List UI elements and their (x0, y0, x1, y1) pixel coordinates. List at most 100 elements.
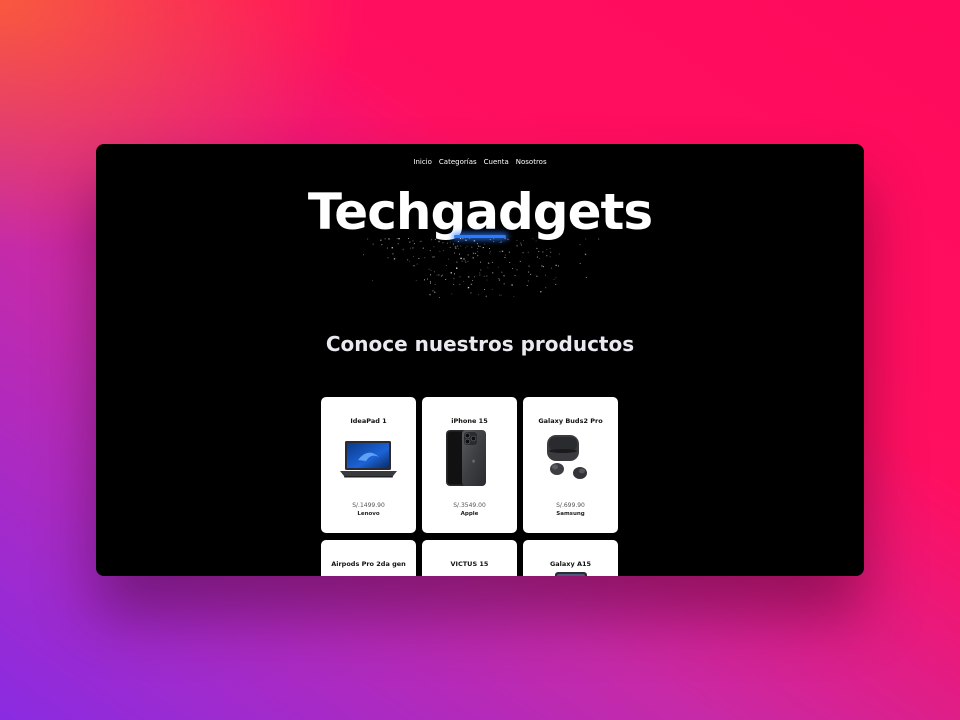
product-name: iPhone 15 (451, 417, 488, 425)
particle (388, 238, 390, 240)
particle (424, 257, 426, 259)
product-card-victus-15[interactable]: VICTUS 15 (422, 540, 517, 576)
particle (520, 242, 522, 244)
particle (466, 245, 468, 247)
particle (536, 275, 538, 277)
particle (443, 250, 444, 252)
particle (486, 279, 488, 281)
particle (413, 265, 415, 267)
particle (442, 242, 444, 244)
particle (451, 293, 453, 295)
nav-item-nosotros[interactable]: Nosotros (516, 158, 547, 166)
particle (409, 260, 410, 262)
particle (522, 252, 524, 254)
particle (463, 281, 465, 282)
particle (579, 244, 581, 246)
particle (434, 239, 436, 240)
particle (536, 256, 538, 258)
particle (456, 267, 458, 269)
particle (402, 248, 404, 251)
particle (433, 256, 435, 258)
particle (505, 238, 507, 240)
particle (393, 258, 396, 260)
particle (467, 254, 469, 256)
particle (472, 257, 474, 259)
product-card-ideapad-1[interactable]: IdeaPad 1 S/.1499.90 Lenovo (321, 397, 416, 533)
product-name: Airpods Pro 2da gen (331, 560, 406, 568)
particle (558, 253, 560, 255)
particle (507, 238, 508, 240)
particle (520, 244, 522, 246)
product-card-iphone-15[interactable]: iPhone 15 S/.3549.00 Apple (422, 397, 517, 533)
top-nav: Inicio Categorías Cuenta Nosotros (96, 158, 864, 166)
particle (480, 261, 481, 263)
particle (465, 239, 467, 241)
particle (527, 280, 529, 282)
nav-item-inicio[interactable]: Inicio (413, 158, 432, 166)
particle (503, 275, 505, 277)
particle (493, 238, 495, 240)
laptop-image (340, 441, 397, 478)
particle (585, 238, 587, 240)
particle (461, 260, 463, 262)
particle (584, 253, 587, 256)
particle (499, 294, 500, 296)
product-card-galaxy-buds2-pro[interactable]: Galaxy Buds2 Pro S/.699.90 Samsung (523, 397, 618, 533)
particle (504, 257, 506, 258)
product-name: Galaxy Buds2 Pro (538, 417, 603, 425)
particle (555, 264, 557, 267)
particle (422, 247, 424, 249)
particle (504, 238, 506, 239)
particle (409, 241, 411, 243)
particle (412, 240, 414, 242)
product-card-galaxy-a15[interactable]: Galaxy A15 (523, 540, 618, 576)
particle (478, 245, 479, 247)
particle (501, 271, 503, 273)
particle (470, 283, 473, 286)
particle (482, 247, 484, 249)
particle (523, 240, 524, 242)
particle (460, 245, 462, 247)
particle (409, 247, 411, 249)
particle (421, 240, 423, 242)
particle (430, 282, 431, 284)
particle (467, 261, 469, 262)
particle (486, 275, 488, 277)
particle (541, 265, 543, 267)
particle (434, 284, 436, 285)
particle (473, 240, 476, 242)
particle (463, 258, 465, 260)
particle (489, 252, 491, 254)
particle (432, 290, 434, 292)
product-brand: Apple (460, 511, 479, 517)
nav-item-cuenta[interactable]: Cuenta (484, 158, 509, 166)
particle (579, 263, 581, 264)
particle (498, 278, 500, 280)
product-card-airpods-pro[interactable]: Airpods Pro 2da gen (321, 540, 416, 576)
particle (448, 258, 449, 260)
particle (555, 277, 557, 279)
products-section-title: Conoce nuestros productos (325, 332, 635, 356)
particle (438, 240, 440, 243)
particle (546, 249, 548, 251)
earbuds-image (547, 435, 587, 479)
particles-decoration (363, 238, 600, 298)
particle (549, 256, 551, 258)
particle (454, 273, 455, 275)
particle (500, 294, 502, 296)
particle (485, 295, 487, 298)
nav-item-categorias[interactable]: Categorías (439, 158, 477, 166)
particle (549, 248, 551, 249)
product-name: VICTUS 15 (450, 560, 489, 568)
product-brand: Samsung (556, 511, 585, 517)
particle (455, 247, 457, 249)
particle (438, 274, 440, 276)
product-name: Galaxy A15 (549, 560, 592, 568)
particle (508, 251, 510, 253)
particle (418, 258, 420, 259)
particle (558, 265, 559, 267)
smartphone-image (555, 572, 587, 576)
particle (499, 242, 501, 243)
particle (538, 258, 540, 259)
particle (500, 241, 502, 243)
